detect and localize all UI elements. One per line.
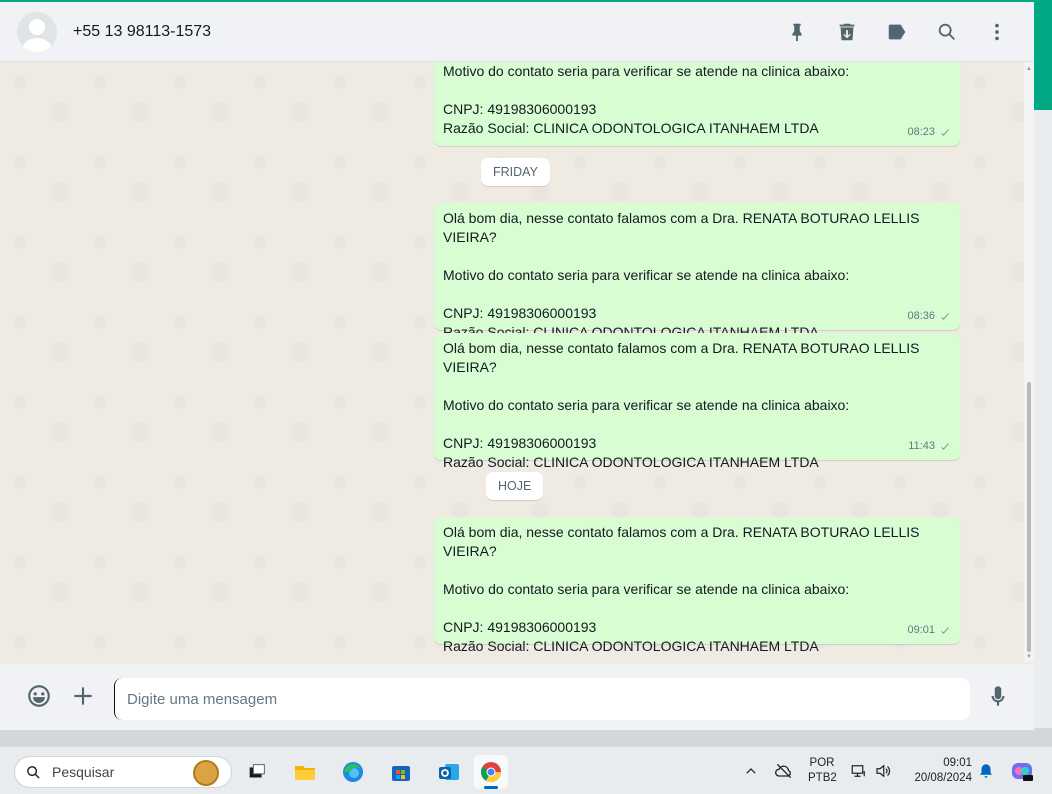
clock-date: 20/08/2024 [914, 772, 972, 784]
scroll-thumb[interactable] [1027, 382, 1031, 652]
onedrive-offline-icon[interactable] [774, 747, 794, 794]
input-language[interactable]: POR PTB2 [808, 756, 837, 786]
attach-plus-icon[interactable] [68, 681, 98, 711]
message-meta: 08:23 [907, 123, 951, 142]
scroll-up-arrow-icon[interactable]: ▲ [1026, 66, 1032, 72]
contact-avatar[interactable] [17, 11, 57, 52]
copilot-icon[interactable] [1010, 747, 1034, 794]
chrome-icon[interactable] [474, 755, 508, 789]
taskbar-search[interactable]: Pesquisar [14, 756, 232, 788]
microphone-icon[interactable] [983, 681, 1013, 711]
outlook-icon[interactable] [432, 755, 466, 789]
menu-icon[interactable] [982, 17, 1012, 47]
message-text: Olá bom dia, nesse contato falamos com a… [443, 210, 920, 340]
message-input[interactable] [114, 678, 970, 720]
message-meta: 08:36 [907, 307, 951, 326]
search-highlight-icon [193, 760, 219, 786]
language-code: POR [809, 757, 835, 769]
message-bubble[interactable]: Motivo do contato seria para verificar s… [434, 62, 960, 146]
day-separator: HOJE [486, 472, 544, 500]
keyboard-layout: PTB2 [808, 772, 837, 784]
message-time: 09:01 [907, 624, 935, 636]
taskbar-search-label: Pesquisar [52, 764, 115, 780]
clock-time: 09:01 [943, 757, 972, 769]
message-time: 11:43 [908, 440, 935, 452]
edge-browser-icon[interactable] [336, 755, 370, 789]
window-gutter [1034, 110, 1052, 728]
label-icon[interactable] [882, 17, 912, 47]
message-text: Olá bom dia, nesse contato falamos com a… [443, 524, 920, 654]
message-meta: 11:43 [908, 437, 951, 456]
contact-name[interactable]: +55 13 98113-1573 [73, 23, 211, 41]
whatsapp-window: +55 13 98113-1573 Motivo do contato seri… [0, 0, 1034, 730]
delete-icon[interactable] [832, 17, 862, 47]
window-accent-strip [1034, 0, 1052, 110]
checkmark-icon [941, 312, 949, 320]
message-text: Motivo do contato seria para verificar s… [443, 63, 850, 136]
message-bubble[interactable]: Olá bom dia, nesse contato falamos com a… [434, 517, 960, 654]
scroll-down-arrow-icon[interactable]: ▼ [1026, 654, 1032, 660]
task-view-icon[interactable] [240, 755, 274, 789]
message-scrollbar[interactable]: ▲ ▼ [1024, 62, 1034, 662]
checkmark-icon [941, 128, 949, 136]
notification-bell-icon[interactable] [977, 747, 995, 794]
file-explorer-icon[interactable] [288, 755, 322, 789]
emoji-icon[interactable] [24, 681, 54, 711]
message-list[interactable]: Motivo do contato seria para verificar s… [0, 62, 1024, 662]
message-time: 08:23 [907, 126, 935, 138]
volume-icon[interactable] [874, 747, 892, 794]
network-icon[interactable] [850, 747, 868, 794]
message-meta: 09:01 [907, 621, 951, 640]
checkmark-icon [941, 626, 949, 634]
header-actions [782, 17, 1012, 47]
taskbar: Pesquisar POR PTB2 09:01 20/08/2024 [0, 746, 1052, 794]
day-separator: FRIDAY [481, 158, 550, 186]
message-bubble[interactable]: Olá bom dia, nesse contato falamos com a… [434, 333, 960, 470]
microsoft-store-icon[interactable] [384, 755, 418, 789]
checkmark-icon [941, 442, 949, 450]
pin-icon[interactable] [782, 17, 812, 47]
taskbar-clock[interactable]: 09:01 20/08/2024 [902, 756, 972, 786]
search-icon[interactable] [932, 17, 962, 47]
message-time: 08:36 [907, 310, 935, 322]
composer [0, 664, 1034, 730]
chat-header: +55 13 98113-1573 [0, 2, 1034, 62]
search-icon [27, 765, 40, 779]
tray-chevron-icon[interactable] [744, 747, 758, 794]
message-bubble[interactable]: Olá bom dia, nesse contato falamos com a… [434, 203, 960, 340]
message-text: Olá bom dia, nesse contato falamos com a… [443, 340, 920, 470]
